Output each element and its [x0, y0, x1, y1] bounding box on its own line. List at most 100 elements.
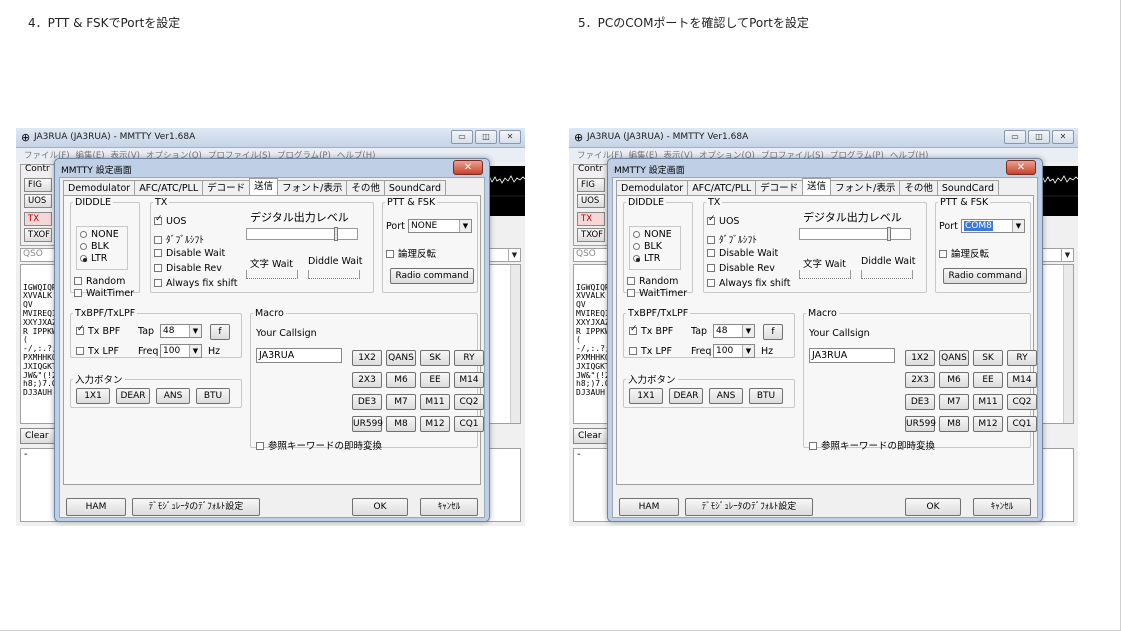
ok-button[interactable]: OK [905, 498, 961, 516]
diddle-wait-slider[interactable] [861, 270, 913, 279]
tab-soundcard[interactable]: SoundCard [383, 180, 447, 195]
maximize-icon[interactable]: ◫ [475, 130, 497, 144]
macro-button-ee[interactable]: EE [420, 372, 450, 388]
filter-f-button[interactable]: f [210, 324, 230, 340]
chevron-down-icon[interactable]: ▼ [742, 325, 754, 337]
chevron-down-icon[interactable]: ▼ [508, 249, 520, 261]
waittimer-checkbox[interactable]: WaitTimer [74, 288, 134, 299]
txoff-button[interactable]: TXOF [24, 228, 52, 242]
output-level-slider[interactable] [799, 227, 911, 241]
macro-button-m6[interactable]: M6 [939, 372, 969, 388]
input-button-dear[interactable]: DEAR [116, 388, 150, 404]
disable-rev-checkbox[interactable]: Disable Rev [707, 263, 775, 274]
macro-button-sk[interactable]: SK [420, 350, 450, 366]
tap-select[interactable]: 48 ▼ [713, 324, 755, 338]
tab-decode[interactable]: デコード [755, 180, 804, 195]
disable-rev-checkbox[interactable]: Disable Rev [154, 263, 222, 274]
macro-button-qans[interactable]: QANS [386, 350, 416, 366]
maximize-icon[interactable]: ◫ [1028, 130, 1050, 144]
macro-button-m6[interactable]: M6 [386, 372, 416, 388]
macro-button-m11[interactable]: M11 [973, 394, 1003, 410]
close-icon[interactable]: ✕ [499, 130, 521, 144]
tap-select[interactable]: 48 ▼ [160, 324, 202, 338]
tx-button[interactable]: TX [577, 212, 605, 226]
macro-button-m14[interactable]: M14 [454, 372, 484, 388]
macro-button-m8[interactable]: M8 [386, 416, 416, 432]
minimize-icon[interactable]: ▭ [1004, 130, 1026, 144]
macro-button-cq2[interactable]: CQ2 [1007, 394, 1037, 410]
diddle-blk-radio[interactable]: BLK [80, 241, 109, 252]
macro-button-qans[interactable]: QANS [939, 350, 969, 366]
cancel-button[interactable]: ｷｬﾝｾﾙ [420, 498, 478, 516]
macro-button-1x2[interactable]: 1X2 [352, 350, 382, 366]
char-wait-slider[interactable] [799, 270, 851, 279]
random-checkbox[interactable]: Random [627, 276, 678, 287]
macro-button-de3[interactable]: DE3 [905, 394, 935, 410]
macro-button-ur599[interactable]: UR599 [352, 416, 383, 432]
char-wait-slider[interactable] [246, 270, 298, 279]
port-select[interactable]: NONE ▼ [408, 219, 472, 233]
tx-bpf-checkbox[interactable]: Tx BPF [76, 324, 120, 337]
tab-demodulator[interactable]: Demodulator [616, 180, 689, 195]
rx-scrollbar[interactable] [1063, 265, 1073, 423]
always-fix-shift-checkbox[interactable]: Always fix shift [707, 278, 790, 289]
callsign-input[interactable]: JA3RUA [809, 348, 895, 363]
diddle-blk-radio[interactable]: BLK [633, 241, 662, 252]
macro-button-ry[interactable]: RY [454, 350, 484, 366]
double-shift-checkbox[interactable]: ﾀﾞﾌﾞﾙｼﾌﾄ [154, 232, 204, 246]
callsign-input[interactable]: JA3RUA [256, 348, 342, 363]
tx-lpf-checkbox[interactable]: Tx LPF [629, 346, 672, 357]
input-button-ans[interactable]: ANS [156, 388, 190, 404]
freq-select[interactable]: 100 ▼ [160, 344, 202, 358]
macro-button-de3[interactable]: DE3 [352, 394, 382, 410]
fig-button[interactable]: FIG [577, 178, 605, 192]
diddle-ltr-radio[interactable]: LTR [633, 253, 660, 264]
macro-button-1x2[interactable]: 1X2 [905, 350, 935, 366]
input-button-1x1[interactable]: 1X1 [76, 388, 110, 404]
tab-transmit[interactable]: 送信 [802, 178, 832, 195]
uos-button[interactable]: UOS [24, 194, 52, 208]
chevron-down-icon[interactable]: ▼ [1012, 220, 1024, 232]
clear-button[interactable]: Clear [20, 428, 56, 444]
chevron-down-icon[interactable]: ▼ [189, 345, 201, 357]
input-button-btu[interactable]: BTU [196, 388, 230, 404]
tab-misc[interactable]: その他 [899, 180, 938, 195]
macro-button-m14[interactable]: M14 [1007, 372, 1037, 388]
txoff-button[interactable]: TXOF [577, 228, 605, 242]
radio-command-button[interactable]: Radio command [390, 268, 474, 284]
input-button-dear[interactable]: DEAR [669, 388, 703, 404]
macro-button-m11[interactable]: M11 [420, 394, 450, 410]
diddle-ltr-radio[interactable]: LTR [80, 253, 107, 264]
ham-button[interactable]: HAM [66, 498, 126, 516]
rx-scrollbar[interactable] [510, 265, 520, 423]
demodulator-default-button[interactable]: ﾃﾞﾓｼﾞｭﾚｰﾀのﾃﾞﾌｫﾙﾄ設定 [685, 498, 813, 516]
macro-button-m7[interactable]: M7 [939, 394, 969, 410]
close-icon[interactable]: ✕ [1052, 130, 1074, 144]
uos-button[interactable]: UOS [577, 194, 605, 208]
waittimer-checkbox[interactable]: WaitTimer [627, 288, 687, 299]
macro-button-m12[interactable]: M12 [420, 416, 450, 432]
tab-transmit[interactable]: 送信 [249, 178, 279, 195]
logic-invert-checkbox[interactable]: 論理反転 [939, 246, 989, 260]
input-button-1x1[interactable]: 1X1 [629, 388, 663, 404]
macro-button-ee[interactable]: EE [973, 372, 1003, 388]
macro-button-ur599[interactable]: UR599 [905, 416, 936, 432]
tab-font[interactable]: フォント/表示 [277, 180, 348, 195]
macro-button-m7[interactable]: M7 [386, 394, 416, 410]
double-shift-checkbox[interactable]: ﾀﾞﾌﾞﾙｼﾌﾄ [707, 232, 757, 246]
logic-invert-checkbox[interactable]: 論理反転 [386, 246, 436, 260]
uos-checkbox[interactable]: UOS [154, 214, 186, 227]
tab-font[interactable]: フォント/表示 [830, 180, 901, 195]
cancel-button[interactable]: ｷｬﾝｾﾙ [973, 498, 1031, 516]
tab-afc[interactable]: AFC/ATC/PLL [134, 180, 204, 195]
dialog-close-icon[interactable]: ✕ [453, 160, 483, 175]
slider-thumb[interactable] [333, 227, 338, 241]
tx-lpf-checkbox[interactable]: Tx LPF [76, 346, 119, 357]
ham-button[interactable]: HAM [619, 498, 679, 516]
chevron-down-icon[interactable]: ▼ [742, 345, 754, 357]
dialog-close-icon[interactable]: ✕ [1006, 160, 1036, 175]
ok-button[interactable]: OK [352, 498, 408, 516]
tab-decode[interactable]: デコード [202, 180, 251, 195]
tab-soundcard[interactable]: SoundCard [936, 180, 1000, 195]
macro-button-2x3[interactable]: 2X3 [905, 372, 935, 388]
